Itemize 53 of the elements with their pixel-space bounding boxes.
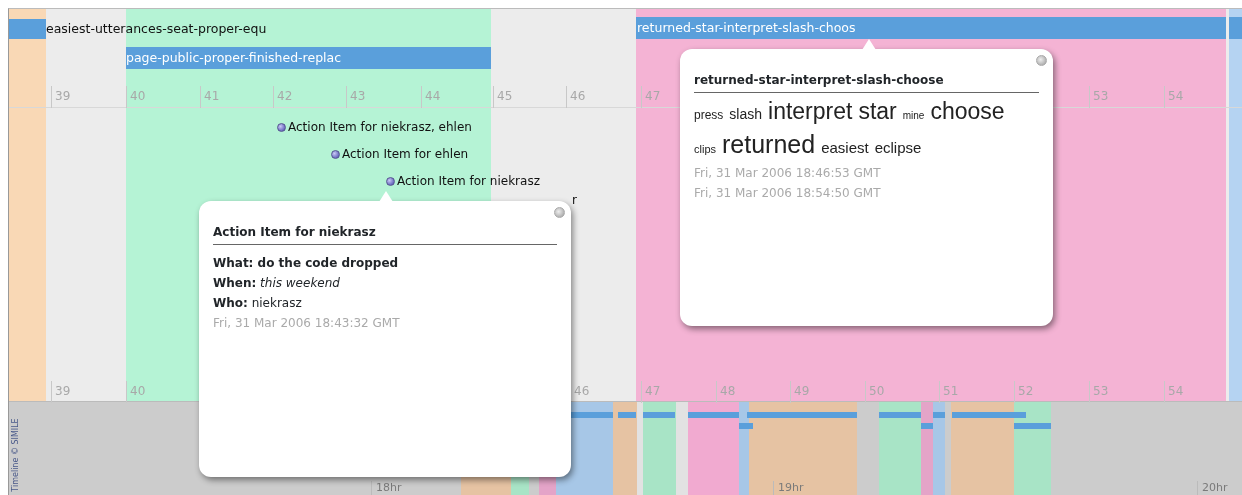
tick-label: 54 — [1164, 381, 1184, 403]
tick-label: 18hr — [371, 481, 402, 495]
event-marker-icon[interactable] — [386, 177, 395, 186]
cloud-word[interactable]: press — [694, 101, 724, 129]
event-marker-icon[interactable] — [277, 123, 286, 132]
cloud-word[interactable]: interpret — [768, 97, 853, 125]
tick-label: 47 — [641, 381, 661, 403]
cloud-word[interactable]: eclipse — [874, 134, 922, 162]
date-text: Fri, 31 Mar 2006 18:43:32 GMT — [213, 315, 401, 332]
event-bar — [1229, 17, 1242, 39]
tick-label: 39 — [51, 381, 71, 403]
popup-title: Action Item for niekrasz — [213, 223, 557, 245]
event-label[interactable]: Action Item for niekrasz, ehlen — [288, 119, 472, 135]
event-bar — [9, 19, 46, 39]
detail-text: Who: niekrasz — [213, 295, 303, 312]
tick-label: 39 — [51, 86, 71, 108]
tick-label: 43 — [346, 86, 366, 108]
tick-label: 48 — [716, 381, 736, 403]
tick-label: 47 — [641, 86, 661, 108]
tick-label: 42 — [273, 86, 293, 108]
event-label[interactable]: r — [572, 192, 577, 208]
tick-label: 46 — [566, 86, 586, 108]
popup-title: returned-star-interpret-slash-choose — [694, 71, 1039, 93]
tick-label: 40 — [126, 381, 146, 403]
date-text: Fri, 31 Mar 2006 18:46:53 GMT — [694, 165, 882, 182]
tick-label: 53 — [1089, 381, 1109, 403]
cloud-word[interactable]: returned — [722, 130, 816, 158]
event-label[interactable]: easiest-utterances-seat-proper-equ — [46, 19, 267, 39]
tick-label: 41 — [200, 86, 220, 108]
date-text: Fri, 31 Mar 2006 18:54:50 GMT — [694, 185, 882, 202]
event-label[interactable]: Action Item for ehlen — [342, 146, 469, 162]
tick-label: 45 — [493, 86, 513, 108]
cloud-word[interactable]: clips — [694, 135, 716, 163]
cloud-word[interactable]: choose — [930, 97, 1005, 125]
cloud-word[interactable]: slash — [729, 100, 763, 128]
credit-label: Timeline © SIMILE — [9, 418, 21, 492]
tick-label: 49 — [790, 381, 810, 403]
tick-label: 50 — [865, 381, 885, 403]
cloud-word[interactable]: star — [858, 97, 897, 125]
tick-label: 52 — [1014, 381, 1034, 403]
event-marker-icon[interactable] — [331, 150, 340, 159]
cloud-word[interactable]: mine — [902, 102, 925, 130]
detail-text: What: do the code dropped — [213, 255, 400, 272]
tick-label: 44 — [421, 86, 441, 108]
tick-label: 51 — [939, 381, 959, 403]
tick-label: 53 — [1089, 86, 1109, 108]
detail-text: When: this weekend — [213, 275, 341, 292]
tick-label: 40 — [126, 86, 146, 108]
event-label[interactable]: Action Item for niekrasz — [397, 173, 540, 189]
tick-label: 20hr — [1197, 481, 1228, 495]
cloud-word[interactable]: easiest — [821, 134, 869, 162]
tick-label: 54 — [1164, 86, 1184, 108]
tick-label: 19hr — [773, 481, 804, 495]
